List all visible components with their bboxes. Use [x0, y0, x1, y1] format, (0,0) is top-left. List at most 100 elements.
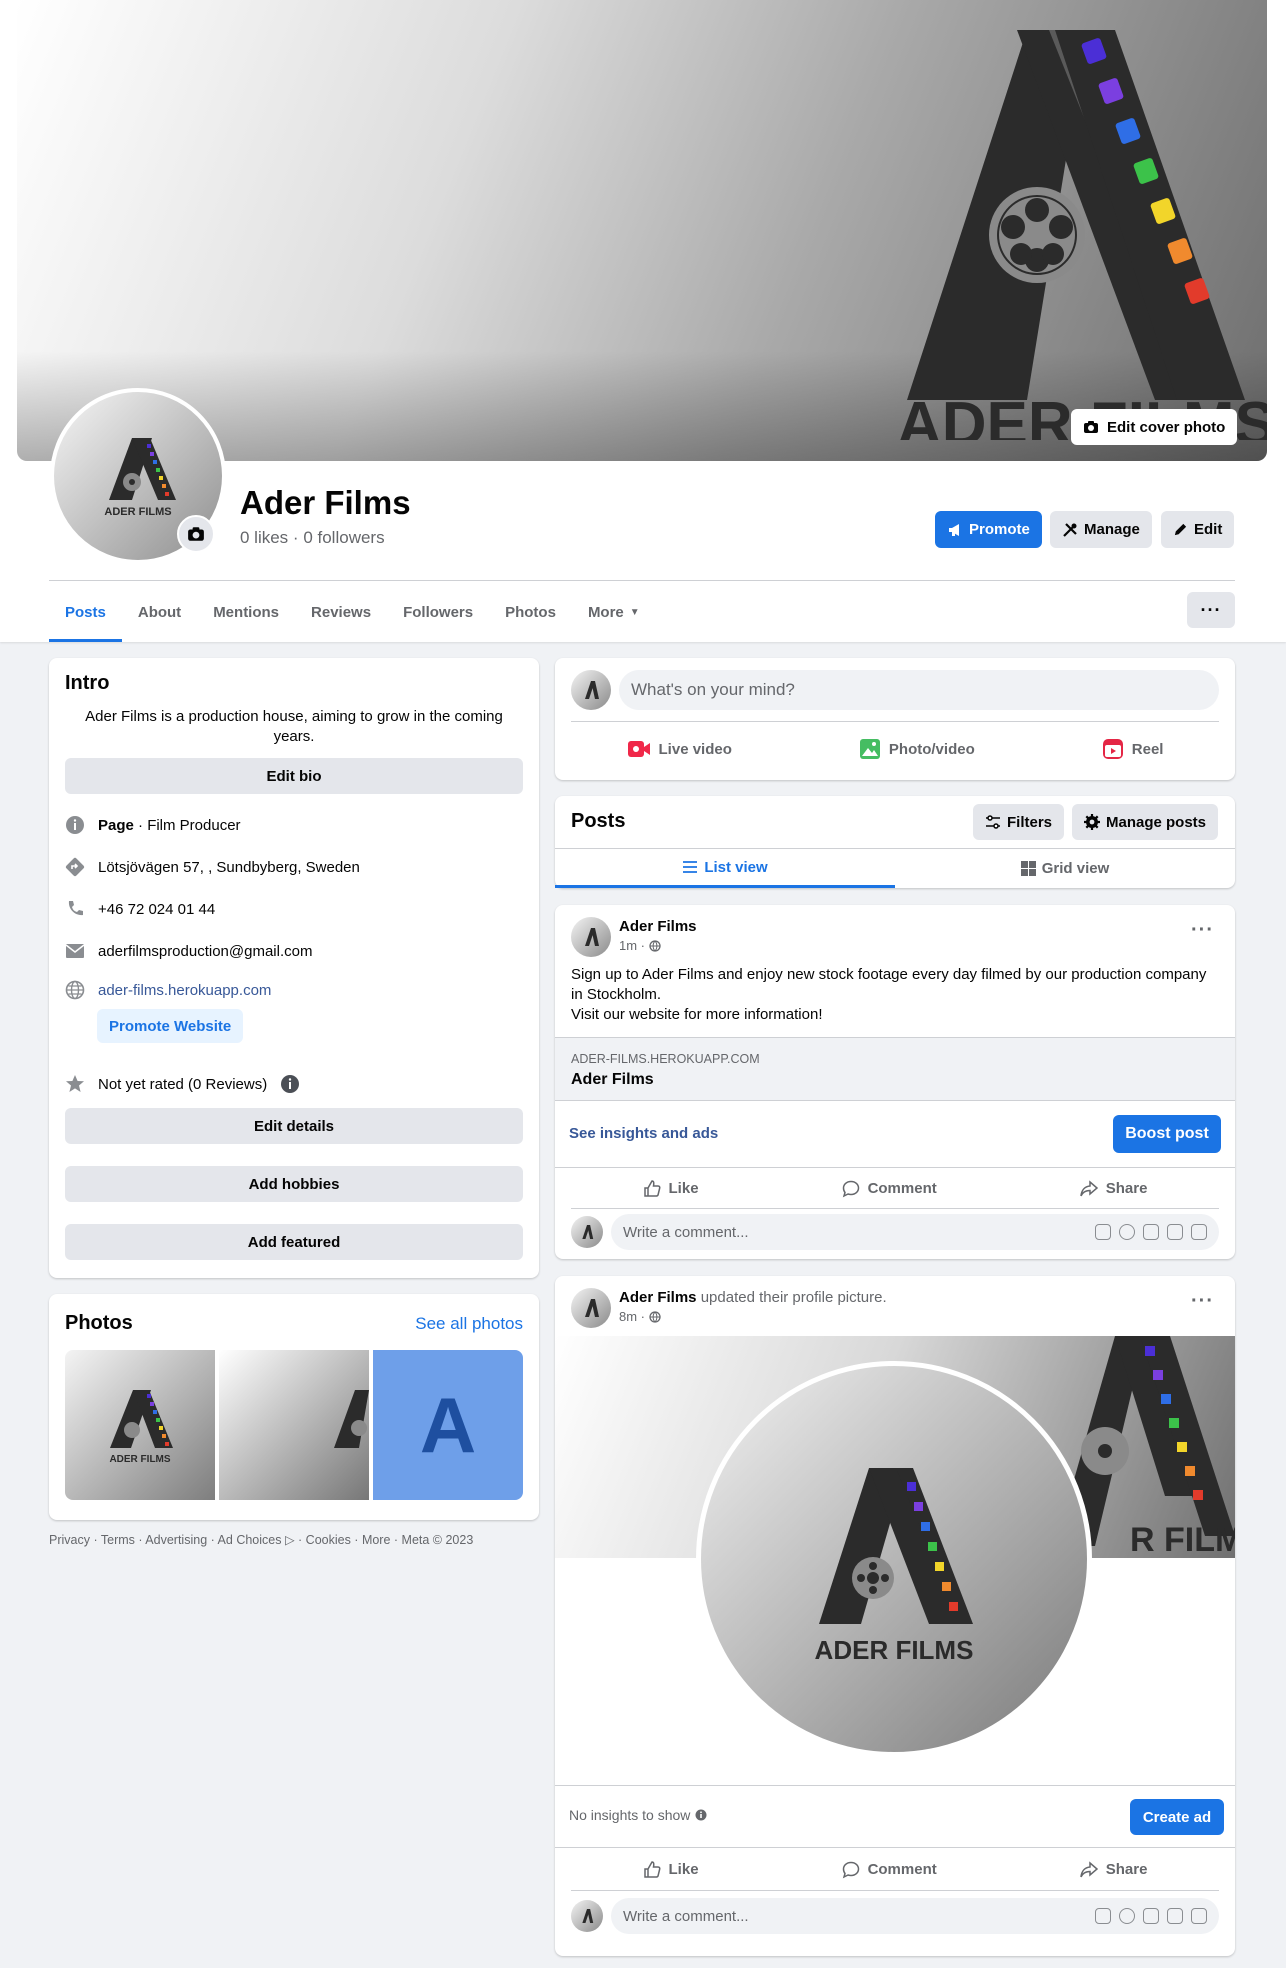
- info-icon[interactable]: [280, 1074, 300, 1094]
- post-meta: 1m ·: [619, 938, 661, 953]
- photo-thumb-2[interactable]: [219, 1350, 369, 1500]
- post-author[interactable]: Ader Films: [619, 918, 697, 935]
- photo-video-button[interactable]: Photo/video: [859, 738, 975, 760]
- post-options-icon[interactable]: ···: [1191, 919, 1214, 942]
- no-insights-row: No insights to show: [569, 1807, 707, 1823]
- manage-button[interactable]: Manage: [1050, 511, 1152, 548]
- share-icon: [1080, 1179, 1098, 1196]
- page-label: Page: [98, 816, 134, 834]
- comment-input[interactable]: Write a comment...: [611, 1898, 1219, 1934]
- share-button[interactable]: Share: [1080, 1179, 1148, 1198]
- avatar-sticker-icon[interactable]: [1095, 1908, 1111, 1924]
- post-text-line: Visit our website for more information!: [571, 1006, 823, 1023]
- profile-picture-large[interactable]: ADER FILMS: [696, 1361, 1092, 1757]
- edit-button[interactable]: Edit: [1161, 511, 1235, 548]
- post-text: Sign up to Ader Films and enjoy new stoc…: [571, 965, 1211, 1025]
- gear-icon: [1084, 814, 1100, 830]
- likes-count[interactable]: 0 likes: [240, 528, 288, 547]
- see-insights-link[interactable]: See insights and ads: [569, 1125, 718, 1142]
- phone-text[interactable]: +46 72 024 01 44: [98, 901, 215, 918]
- promote-website-button[interactable]: Promote Website: [97, 1009, 244, 1043]
- photo-thumb-3[interactable]: A: [373, 1350, 523, 1500]
- link-title: Ader Films: [571, 1071, 654, 1088]
- comment-label: Comment: [867, 1861, 937, 1878]
- ader-films-logo: ADER FILMS: [109, 1390, 173, 1465]
- share-button[interactable]: Share: [1080, 1860, 1147, 1879]
- tab-mentions[interactable]: Mentions: [197, 582, 295, 642]
- followers-count[interactable]: 0 followers: [303, 528, 384, 547]
- see-all-photos-link[interactable]: See all photos: [415, 1314, 523, 1334]
- manage-posts-button[interactable]: Manage posts: [1072, 804, 1219, 840]
- comment-label: Comment: [867, 1180, 937, 1197]
- profile-logo-text: ADER FILMS: [815, 1635, 974, 1665]
- camera-icon[interactable]: [1143, 1908, 1159, 1924]
- post-author[interactable]: Ader Films: [619, 1289, 697, 1306]
- globe-icon: [649, 939, 661, 952]
- composer-actions: Live video Photo/video Reel: [563, 728, 1227, 770]
- add-hobbies-button[interactable]: Add hobbies: [65, 1166, 523, 1202]
- list-view-tab[interactable]: List view: [555, 849, 895, 888]
- tab-reviews[interactable]: Reviews: [295, 582, 387, 642]
- website-link[interactable]: ader-films.herokuapp.com: [98, 982, 271, 999]
- cover-logo-text: R FILMS: [1130, 1521, 1235, 1558]
- promote-button[interactable]: Promote: [935, 511, 1042, 548]
- intro-rating: Not yet rated (0 Reviews): [65, 1074, 300, 1094]
- cover-photo[interactable]: ADER FILMS: [17, 0, 1267, 461]
- avatar[interactable]: [571, 917, 611, 957]
- sticker-icon[interactable]: [1191, 1908, 1207, 1924]
- like-label: Like: [668, 1180, 699, 1197]
- create-ad-button[interactable]: Create ad: [1130, 1799, 1224, 1835]
- camera-icon: [188, 527, 204, 541]
- boost-post-button[interactable]: Boost post: [1113, 1115, 1221, 1153]
- gif-icon[interactable]: [1167, 1908, 1183, 1924]
- share-label: Share: [1105, 1180, 1148, 1197]
- page-stats: 0 likes · 0 followers: [240, 528, 385, 548]
- photos-title: Photos: [65, 1312, 133, 1334]
- composer-card: What's on your mind? Live video Photo/vi…: [555, 658, 1235, 780]
- post-time[interactable]: 8m ·: [619, 1309, 645, 1324]
- like-button[interactable]: Like: [643, 1179, 699, 1198]
- like-label: Like: [668, 1861, 699, 1878]
- gif-icon[interactable]: [1167, 1224, 1183, 1240]
- post-time[interactable]: 1m ·: [619, 938, 645, 953]
- tab-photos[interactable]: Photos: [489, 582, 572, 642]
- camera-icon: [1084, 421, 1098, 433]
- add-featured-button[interactable]: Add featured: [65, 1224, 523, 1260]
- info-icon[interactable]: [695, 1809, 707, 1821]
- comment-button[interactable]: Comment: [842, 1861, 937, 1879]
- update-avatar-button[interactable]: [177, 515, 215, 553]
- avatar-sticker-icon[interactable]: [1095, 1224, 1111, 1240]
- edit-cover-photo-button[interactable]: Edit cover photo: [1071, 409, 1238, 445]
- tab-posts[interactable]: Posts: [49, 582, 122, 642]
- filters-button[interactable]: Filters: [973, 804, 1065, 840]
- link-preview[interactable]: ADER-FILMS.HEROKUAPP.COM Ader Films: [555, 1037, 1235, 1101]
- no-insights-text: No insights to show: [569, 1807, 691, 1823]
- live-video-label: Live video: [658, 740, 732, 758]
- live-video-button[interactable]: Live video: [627, 739, 732, 759]
- whats-on-your-mind-input[interactable]: What's on your mind?: [619, 670, 1219, 710]
- camera-icon[interactable]: [1143, 1224, 1159, 1240]
- tab-more[interactable]: More ▼: [572, 582, 656, 642]
- more-options-button[interactable]: ···: [1187, 592, 1235, 628]
- address-text[interactable]: Lötsjövägen 57, , Sundbyberg, Sweden: [98, 859, 360, 876]
- like-button[interactable]: Like: [643, 1860, 699, 1879]
- ader-films-logo: ADER FILMS: [897, 30, 1267, 440]
- comment-input[interactable]: Write a comment...: [611, 1214, 1219, 1250]
- emoji-icon[interactable]: [1119, 1224, 1135, 1240]
- post-options-icon[interactable]: ···: [1191, 1290, 1214, 1313]
- avatar[interactable]: [571, 1288, 611, 1328]
- email-text[interactable]: aderfilmsproduction@gmail.com: [98, 943, 312, 960]
- reel-button[interactable]: Reel: [1102, 738, 1163, 760]
- grid-view-tab[interactable]: Grid view: [895, 849, 1235, 888]
- tab-about[interactable]: About: [122, 582, 197, 642]
- emoji-icon[interactable]: [1119, 1908, 1135, 1924]
- photo-thumb-1[interactable]: ADER FILMS: [65, 1350, 215, 1500]
- edit-details-button[interactable]: Edit details: [65, 1108, 523, 1144]
- comment-button[interactable]: Comment: [842, 1180, 937, 1198]
- tab-followers[interactable]: Followers: [387, 582, 489, 642]
- intro-title: Intro: [65, 672, 110, 694]
- directions-icon: [65, 857, 85, 877]
- footer-links[interactable]: Privacy · Terms · Advertising · Ad Choic…: [49, 1532, 473, 1547]
- sticker-icon[interactable]: [1191, 1224, 1207, 1240]
- edit-bio-button[interactable]: Edit bio: [65, 758, 523, 794]
